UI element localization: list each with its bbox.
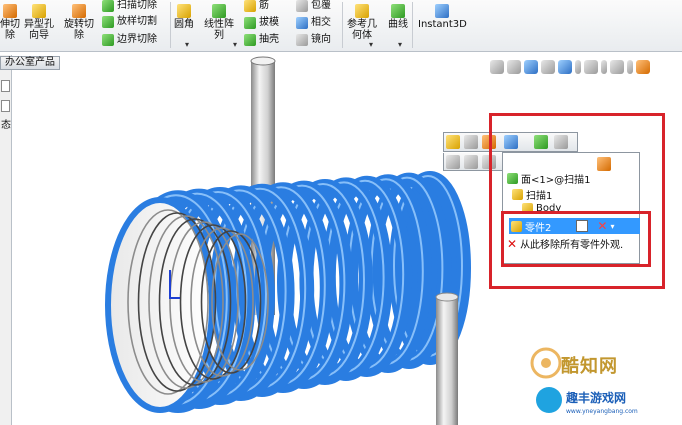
revolve-cut-label: 旋转切 除 [64, 19, 94, 41]
lofted-cut-label: 放样切割 [117, 16, 157, 27]
instant3d-icon [435, 4, 450, 18]
watermark-badge: 趣丰游戏网 www.yneyangbang.com [532, 381, 682, 425]
body-appearance-item[interactable]: Body [522, 203, 561, 214]
command-ribbon: 伸切 除 异型孔 向导 旋转切 除 扫描切除 放样切割 边界切除 圆角 ▾ 线性… [0, 0, 682, 52]
remove-all-label: 从此移除所有零件外观. [520, 240, 624, 251]
curves-label: 曲线 [388, 19, 408, 30]
draft-button[interactable]: 拔模 [244, 17, 279, 29]
remove-part-appearance-icon[interactable]: ✕ [597, 220, 607, 232]
shell-label: 抽壳 [259, 34, 279, 45]
fillet-label: 圆角 [174, 19, 194, 30]
wrap-button[interactable]: 包覆 [296, 0, 331, 12]
zoom-selection-icon[interactable] [446, 155, 460, 169]
fillet-dropdown-icon[interactable]: ▾ [185, 40, 189, 49]
lofted-cut-button[interactable]: 放样切割 [102, 16, 157, 28]
rollback-icon[interactable] [464, 135, 478, 149]
lower-rod-end [435, 292, 459, 302]
remove-all-part-appearances-item[interactable]: ✕ 从此移除所有零件外观. [507, 236, 624, 252]
intersect-label: 相交 [311, 17, 331, 28]
sweep-feature-icon [512, 189, 523, 200]
linear-pattern-button[interactable]: 线性阵 列 [204, 4, 234, 41]
swept-cut-icon [102, 0, 114, 12]
watermark-brand: 酷知网 [561, 356, 618, 377]
body-appearance-label: Body [536, 203, 562, 214]
fillet-icon [177, 4, 191, 18]
sketch-icon[interactable] [482, 135, 496, 149]
fillet-button[interactable]: 圆角 [174, 4, 194, 30]
boundary-cut-icon [102, 34, 114, 46]
face-appearance-label: 面<1>@扫描1 [521, 175, 591, 186]
face-icon [507, 173, 518, 184]
swept-cut-label: 扫描切除 [117, 0, 157, 11]
reference-geometry-icon [355, 4, 369, 18]
extrude-cut-label: 伸切 除 [0, 19, 20, 41]
revolve-cut-icon [72, 4, 86, 18]
part-appearance-label: 零件2 [525, 222, 552, 234]
reference-geometry-label: 参考几 何体 [347, 19, 377, 41]
ribbon-separator [170, 2, 171, 48]
appearance-icon[interactable] [504, 135, 518, 149]
extrude-cut-button[interactable]: 伸切 除 [0, 4, 20, 41]
part-color-swatch[interactable] [576, 220, 589, 232]
curves-button[interactable]: 曲线 [388, 4, 408, 30]
part-icon [511, 220, 522, 232]
wrap-label: 包覆 [311, 0, 331, 11]
appearance-ball-icon [597, 157, 611, 171]
badge-url: www.yneyangbang.com [566, 408, 638, 415]
normal-to-icon[interactable] [464, 155, 478, 169]
badge-title: 趣丰游戏网 [566, 391, 627, 405]
lower-lead-rod[interactable] [436, 297, 458, 425]
wrap-icon [296, 0, 308, 12]
part-dropdown-icon[interactable]: ▾ [610, 222, 614, 231]
instant3d-button[interactable]: Instant3D [418, 4, 467, 30]
body-icon [522, 203, 533, 214]
context-toolbar [443, 132, 578, 152]
mirror-label: 镜向 [311, 34, 331, 45]
pattern-dropdown-icon[interactable]: ▾ [233, 40, 237, 49]
rib-label: 筋 [259, 0, 269, 11]
rib-icon [244, 0, 256, 12]
hole-wizard-icon [32, 4, 46, 18]
intersect-icon [296, 17, 308, 29]
ref-geometry-dropdown-icon[interactable]: ▾ [369, 40, 373, 49]
boundary-cut-label: 边界切除 [117, 34, 157, 45]
upper-rod-end [250, 56, 276, 66]
instant3d-label: Instant3D [418, 19, 467, 30]
sweep-appearance-label: 扫描1 [526, 191, 553, 202]
hide-icon[interactable] [482, 155, 496, 169]
mirror-icon [296, 34, 308, 46]
mirror-button[interactable]: 镜向 [296, 34, 331, 46]
ribbon-separator [342, 2, 343, 48]
shell-button[interactable]: 抽壳 [244, 34, 279, 46]
sweep-appearance-item[interactable]: 扫描1 [512, 187, 552, 202]
boundary-cut-button[interactable]: 边界切除 [102, 34, 157, 46]
part-appearance-item[interactable]: 零件2 ✕ ▾ [509, 218, 640, 234]
hole-wizard-label: 异型孔 向导 [24, 19, 54, 41]
site-logo-icon [536, 387, 562, 413]
edit-feature-icon[interactable] [446, 135, 460, 149]
swept-cut-button[interactable]: 扫描切除 [102, 0, 157, 12]
curves-dropdown-icon[interactable]: ▾ [398, 40, 402, 49]
context-toolbar-row2 [443, 153, 503, 171]
lofted-cut-icon [102, 16, 114, 28]
extrude-cut-icon [3, 4, 17, 18]
intersect-button[interactable]: 相交 [296, 17, 331, 29]
shell-icon [244, 34, 256, 46]
face-appearance-item[interactable]: 面<1>@扫描1 [507, 171, 590, 186]
draft-icon [244, 17, 256, 29]
reference-geometry-button[interactable]: 参考几 何体 [347, 4, 377, 41]
ribbon-separator [412, 2, 413, 48]
draft-label: 拔模 [259, 17, 279, 28]
remove-icon: ✕ [507, 236, 518, 251]
hole-wizard-button[interactable]: 异型孔 向导 [24, 4, 54, 41]
properties-icon[interactable] [554, 135, 568, 149]
linear-pattern-icon [212, 4, 226, 18]
curves-icon [391, 4, 405, 18]
color-swatch-icon[interactable] [534, 135, 548, 149]
rib-button[interactable]: 筋 [244, 0, 269, 12]
linear-pattern-label: 线性阵 列 [204, 19, 234, 41]
revolve-cut-button[interactable]: 旋转切 除 [64, 4, 94, 41]
